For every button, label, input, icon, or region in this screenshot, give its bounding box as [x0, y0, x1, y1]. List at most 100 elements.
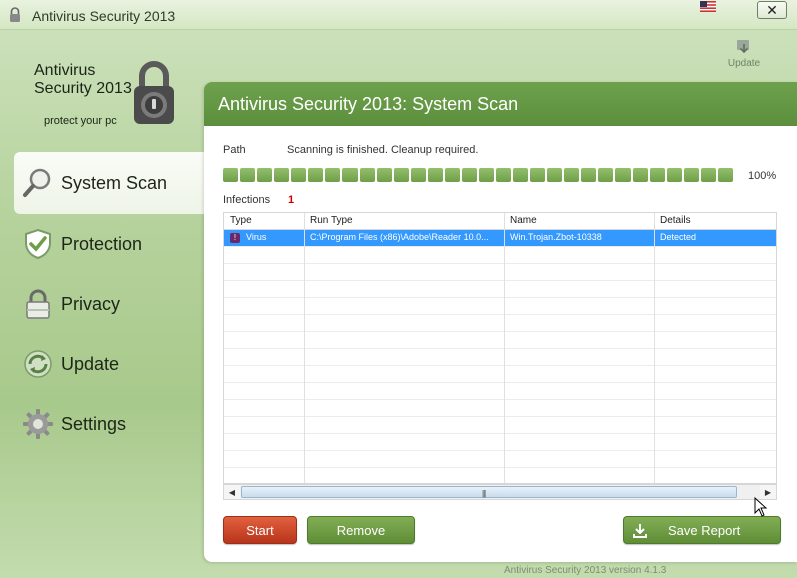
grip-icon: |||	[482, 489, 486, 498]
version-text: Antivirus Security 2013 version 4.1.3	[504, 565, 667, 576]
sidebar-item-protection[interactable]: Protection	[14, 214, 204, 274]
cell-name: Win.Trojan.Zbot-10338	[510, 232, 602, 242]
progress-segment	[427, 168, 443, 182]
row-divider	[224, 467, 776, 468]
column-divider	[304, 213, 305, 483]
row-divider	[224, 450, 776, 451]
column-header-type[interactable]: Type	[230, 215, 252, 226]
progress-segment	[376, 168, 392, 182]
update-top-label: Update	[727, 58, 761, 69]
us-flag-icon[interactable]	[700, 1, 716, 12]
progress-segment	[598, 168, 614, 182]
row-divider	[224, 399, 776, 400]
page-title: Antivirus Security 2013: System Scan	[218, 94, 519, 114]
progress-segment	[291, 168, 307, 182]
sidebar-item-label: Protection	[61, 233, 143, 254]
column-header-name[interactable]: Name	[510, 215, 537, 226]
window-title: Antivirus Security 2013	[32, 8, 176, 24]
progress-segment	[223, 168, 239, 182]
column-divider	[654, 213, 655, 483]
brand-name: Antivirus Security 2013	[34, 62, 132, 97]
gear-icon	[23, 409, 53, 439]
progress-segment	[547, 168, 563, 182]
row-divider	[224, 263, 776, 264]
progress-segment	[530, 168, 546, 182]
progress-segment	[393, 168, 409, 182]
cell-details: Detected	[660, 232, 697, 242]
results-table: Type Run Type Name Details ! Virus C:\Pr…	[223, 212, 777, 484]
column-divider	[504, 213, 505, 483]
scan-status-text: Scanning is finished. Cleanup required.	[287, 144, 479, 156]
path-label: Path	[223, 144, 246, 156]
start-button[interactable]: Start	[223, 516, 297, 544]
sidebar-item-label: System Scan	[61, 172, 168, 193]
sidebar-item-system-scan[interactable]: System Scan	[14, 152, 204, 214]
progress-segment	[632, 168, 648, 182]
progress-segment	[240, 168, 256, 182]
progress-percent: 100%	[748, 170, 777, 182]
progress-segment	[564, 168, 580, 182]
row-divider	[224, 280, 776, 281]
refresh-icon	[24, 350, 52, 378]
padlock-icon	[26, 289, 50, 319]
cell-type: Virus	[246, 232, 267, 242]
scan-progress-bar	[223, 168, 733, 182]
magnifier-icon	[23, 168, 51, 197]
row-divider	[224, 433, 776, 434]
row-divider	[224, 246, 776, 247]
update-top-button[interactable]: Update	[722, 38, 766, 69]
progress-segment	[513, 168, 529, 182]
cell-run-type: C:\Program Files (x86)\Adobe\Reader 10.0…	[310, 232, 489, 242]
sidebar-item-label: Privacy	[61, 293, 121, 314]
scrollbar-thumb[interactable]: |||	[241, 486, 737, 498]
sidebar-item-label: Update	[61, 353, 120, 374]
infections-label: Infections	[223, 194, 271, 206]
progress-segment	[717, 168, 733, 182]
title-bar: Antivirus Security 2013 ✕	[0, 0, 797, 30]
save-report-label: Save Report	[668, 523, 741, 538]
sidebar-item-privacy[interactable]: Privacy	[14, 274, 204, 334]
progress-segment	[325, 168, 341, 182]
progress-segment	[700, 168, 716, 182]
sidebar-item-label: Settings	[61, 413, 127, 434]
panel-header: Antivirus Security 2013: System Scan	[204, 82, 797, 126]
row-divider	[224, 382, 776, 383]
progress-segment	[342, 168, 358, 182]
scroll-left-arrow-icon[interactable]: ◀	[224, 485, 240, 499]
progress-segment	[257, 168, 273, 182]
progress-segment	[496, 168, 512, 182]
remove-button[interactable]: Remove	[307, 516, 415, 544]
infections-count: 1	[288, 194, 295, 206]
save-report-button[interactable]: Save Report	[623, 516, 781, 544]
progress-segment	[410, 168, 426, 182]
table-row[interactable]: ! Virus C:\Program Files (x86)\Adobe\Rea…	[224, 230, 776, 246]
sidebar-item-update[interactable]: Update	[14, 334, 204, 394]
progress-segment	[666, 168, 682, 182]
row-divider	[224, 331, 776, 332]
brand-tagline: protect your pc	[44, 115, 117, 127]
progress-segment	[649, 168, 665, 182]
horizontal-scrollbar[interactable]: ◀ ||| ▶	[223, 484, 777, 500]
row-divider	[224, 348, 776, 349]
close-button[interactable]: ✕	[757, 1, 787, 19]
progress-segment	[444, 168, 460, 182]
lock-icon	[10, 7, 20, 22]
padlock-logo-icon	[134, 61, 174, 124]
virus-badge-icon: !	[230, 233, 240, 243]
row-divider	[224, 416, 776, 417]
sidebar-item-settings[interactable]: Settings	[14, 394, 204, 454]
download-icon	[633, 524, 647, 538]
progress-segment	[359, 168, 375, 182]
progress-segment	[274, 168, 290, 182]
column-header-run-type[interactable]: Run Type	[310, 215, 353, 226]
column-header-details[interactable]: Details	[660, 215, 691, 226]
row-divider	[224, 314, 776, 315]
progress-segment	[461, 168, 477, 182]
progress-segment	[615, 168, 631, 182]
progress-segment	[308, 168, 324, 182]
update-download-icon	[737, 40, 749, 54]
table-header: Type Run Type Name Details	[224, 213, 776, 230]
progress-segment	[683, 168, 699, 182]
mouse-cursor-icon	[754, 497, 768, 517]
shield-icon	[25, 228, 51, 260]
